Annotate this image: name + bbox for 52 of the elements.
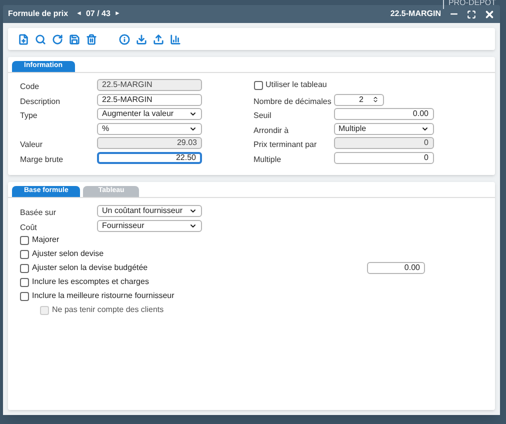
dropdown[interactable]: % — [97, 122, 202, 135]
field-label: Description — [20, 96, 60, 106]
download-icon[interactable] — [136, 34, 147, 44]
number-field[interactable]: 0 — [334, 152, 434, 164]
save-icon[interactable] — [69, 34, 80, 44]
record-counter: 07 / 43 — [86, 8, 110, 20]
bar-chart-icon[interactable] — [170, 34, 181, 44]
option-label: Inclure la meilleure ristourne fournisseur — [32, 290, 174, 302]
checkbox[interactable] — [20, 278, 29, 286]
field-label: Code — [20, 82, 40, 92]
upload-icon[interactable] — [153, 34, 164, 44]
option-label: Inclure les escomptes et charges — [32, 276, 149, 288]
option-label: Ne pas tenir compte des clients — [52, 304, 164, 316]
checkbox-label: Utiliser le tableau — [266, 79, 327, 92]
checkbox[interactable] — [254, 80, 262, 90]
new-document-icon[interactable] — [18, 34, 29, 44]
chevron-icon — [420, 124, 428, 133]
field-label: Multiple — [254, 154, 282, 164]
field-label: Type — [20, 111, 38, 120]
field-label: Marge brute — [20, 154, 64, 164]
checkbox[interactable] — [20, 250, 29, 258]
text-field[interactable]: 22.5-MARGIN — [97, 94, 202, 106]
dropdown[interactable]: Fournisseur — [97, 220, 202, 232]
spinner-arrows-icon — [372, 96, 378, 104]
option-label: Majorer — [32, 234, 60, 246]
field-label: Basée sur — [20, 208, 56, 218]
maximize-icon[interactable] — [467, 10, 476, 18]
record-name: 22.5-MARGIN — [390, 8, 441, 20]
number-field[interactable]: 0.00 — [367, 262, 425, 274]
refresh-icon[interactable] — [52, 34, 63, 44]
dropdown[interactable]: Multiple — [334, 122, 434, 135]
field-label: Nombre de décimales — [254, 96, 332, 106]
close-icon[interactable] — [484, 8, 495, 20]
field-label: Arrondir à — [254, 126, 289, 135]
number-field[interactable]: 22.50 — [97, 152, 202, 164]
field-label: Coût — [20, 222, 37, 232]
option-label: Ajuster selon la devise budgétée — [32, 262, 148, 274]
field-label: Seuil — [254, 111, 272, 120]
field-label: Prix terminant par — [254, 140, 317, 150]
checkbox[interactable] — [20, 236, 29, 244]
number-spinner[interactable]: 2 — [334, 94, 384, 106]
window-title: Formule de prix — [8, 8, 68, 20]
number-field[interactable]: 0.00 — [334, 108, 434, 120]
field-label: Valeur — [20, 140, 43, 150]
search-icon[interactable] — [35, 34, 46, 44]
dropdown[interactable]: Un coûtant fournisseur — [97, 205, 202, 218]
dropdown[interactable]: Augmenter la valeur — [97, 108, 202, 120]
checkbox[interactable] — [20, 292, 29, 300]
info-icon[interactable] — [119, 34, 130, 44]
option-label: Ajuster selon devise — [32, 248, 104, 260]
trash-icon[interactable] — [86, 34, 97, 44]
checkbox[interactable] — [20, 264, 29, 272]
